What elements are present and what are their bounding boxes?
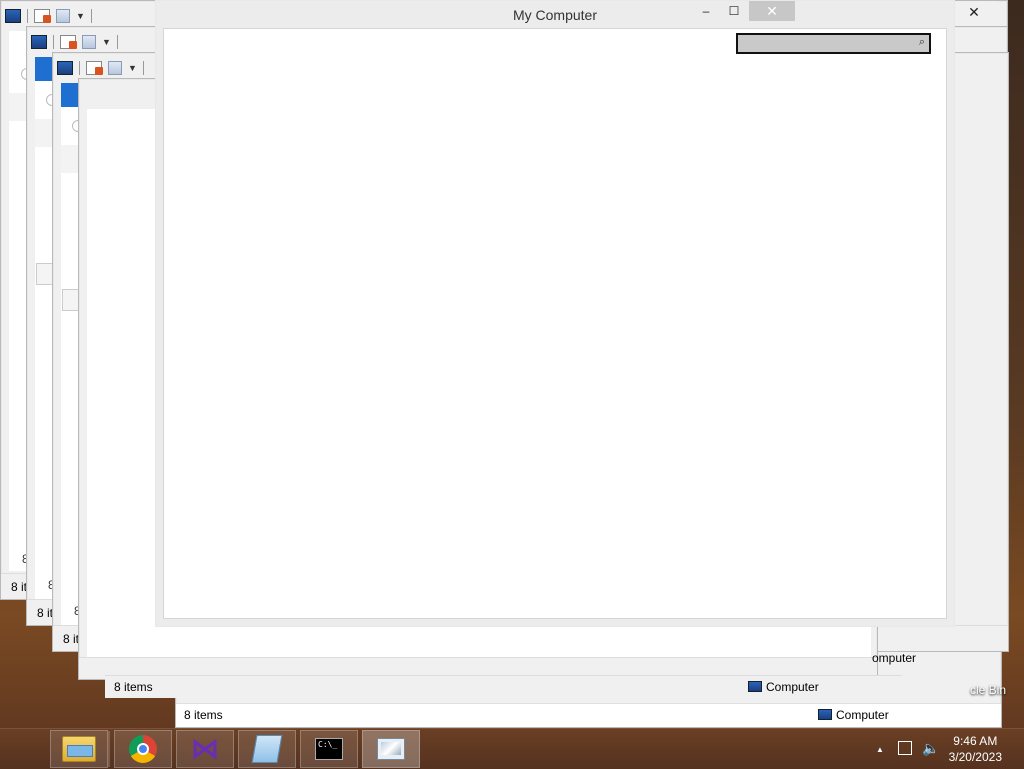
taskbar-clock[interactable]: 9:46 AM 3/20/2023 bbox=[949, 733, 1002, 765]
divider bbox=[142, 61, 144, 75]
quick-access-toolbar: ▼ bbox=[5, 7, 92, 25]
status-location: Computer bbox=[748, 676, 819, 698]
chrome-icon bbox=[129, 735, 157, 763]
quick-access-toolbar: ▼ bbox=[31, 33, 118, 51]
visual-studio-icon: ⋈ bbox=[191, 733, 219, 764]
taskbar-visual-studio[interactable]: ⋈ bbox=[176, 730, 234, 768]
close-button[interactable]: ✕ bbox=[951, 1, 997, 23]
minimize-button[interactable]: ‒ bbox=[693, 0, 719, 22]
close-button[interactable]: ✕ bbox=[749, 1, 795, 21]
network-icon[interactable] bbox=[898, 741, 912, 755]
status-location-partial: omputer bbox=[872, 651, 917, 665]
maximize-button[interactable]: ☐ bbox=[721, 0, 747, 22]
properties-icon[interactable] bbox=[60, 35, 77, 49]
notepad-icon bbox=[251, 735, 283, 763]
chevron-down-icon[interactable]: ▼ bbox=[76, 11, 85, 21]
ribbon-file-tab[interactable] bbox=[35, 57, 53, 81]
properties-icon[interactable] bbox=[34, 9, 51, 23]
computer-icon[interactable] bbox=[57, 61, 73, 75]
computer-icon[interactable] bbox=[31, 35, 47, 49]
volume-icon[interactable]: 🔈 bbox=[922, 740, 939, 757]
show-hidden-icons-button[interactable]: ▲ bbox=[876, 745, 884, 754]
status-item-count: 8 items bbox=[184, 708, 223, 722]
status-location: Computer bbox=[818, 704, 889, 726]
new-folder-icon[interactable] bbox=[108, 61, 122, 75]
taskbar-notepad[interactable] bbox=[238, 730, 296, 768]
computer-icon bbox=[818, 709, 832, 720]
taskbar-command-prompt[interactable]: C:\_ bbox=[300, 730, 358, 768]
taskbar-performance-monitor[interactable] bbox=[362, 730, 420, 768]
monitor-icon bbox=[377, 738, 405, 760]
terminal-icon: C:\_ bbox=[315, 738, 343, 760]
divider bbox=[116, 35, 118, 49]
divider bbox=[79, 61, 80, 75]
new-folder-icon[interactable] bbox=[82, 35, 96, 49]
taskbar-separator bbox=[108, 731, 110, 767]
window-title: My Computer bbox=[512, 7, 598, 23]
folder-icon bbox=[62, 736, 96, 762]
taskbar-file-explorer[interactable] bbox=[50, 730, 108, 768]
computer-icon bbox=[748, 681, 762, 692]
status-item-count: 8 items bbox=[114, 680, 153, 694]
chevron-down-icon[interactable]: ▼ bbox=[102, 37, 111, 47]
quick-access-toolbar: ▼ bbox=[57, 59, 144, 77]
clock-date: 3/20/2023 bbox=[948, 750, 1002, 764]
computer-icon[interactable] bbox=[5, 9, 21, 23]
new-folder-icon[interactable] bbox=[56, 9, 70, 23]
divider bbox=[27, 9, 28, 23]
properties-icon[interactable] bbox=[86, 61, 103, 75]
divider bbox=[53, 35, 54, 49]
recycle-bin-label[interactable]: cle Bin bbox=[970, 683, 1006, 697]
chevron-down-icon[interactable]: ▼ bbox=[128, 63, 137, 73]
divider bbox=[90, 9, 92, 23]
search-input[interactable]: ⌕ bbox=[736, 33, 931, 54]
taskbar: ⋈ C:\_ ▲ 🔈 9:46 AM 3/20/2023 bbox=[0, 728, 1024, 769]
clock-time: 9:46 AM bbox=[953, 734, 998, 748]
status-bar: 8 items Computer bbox=[176, 703, 1001, 727]
status-bar-overlay: 8 items Computer bbox=[105, 675, 902, 698]
taskbar-chrome[interactable] bbox=[114, 730, 172, 768]
ribbon-file-tab[interactable] bbox=[61, 83, 79, 107]
window-content bbox=[163, 28, 947, 619]
my-computer-window: My Computer ‒ ☐ ✕ ⌕ bbox=[155, 0, 955, 627]
search-icon: ⌕ bbox=[918, 36, 925, 48]
